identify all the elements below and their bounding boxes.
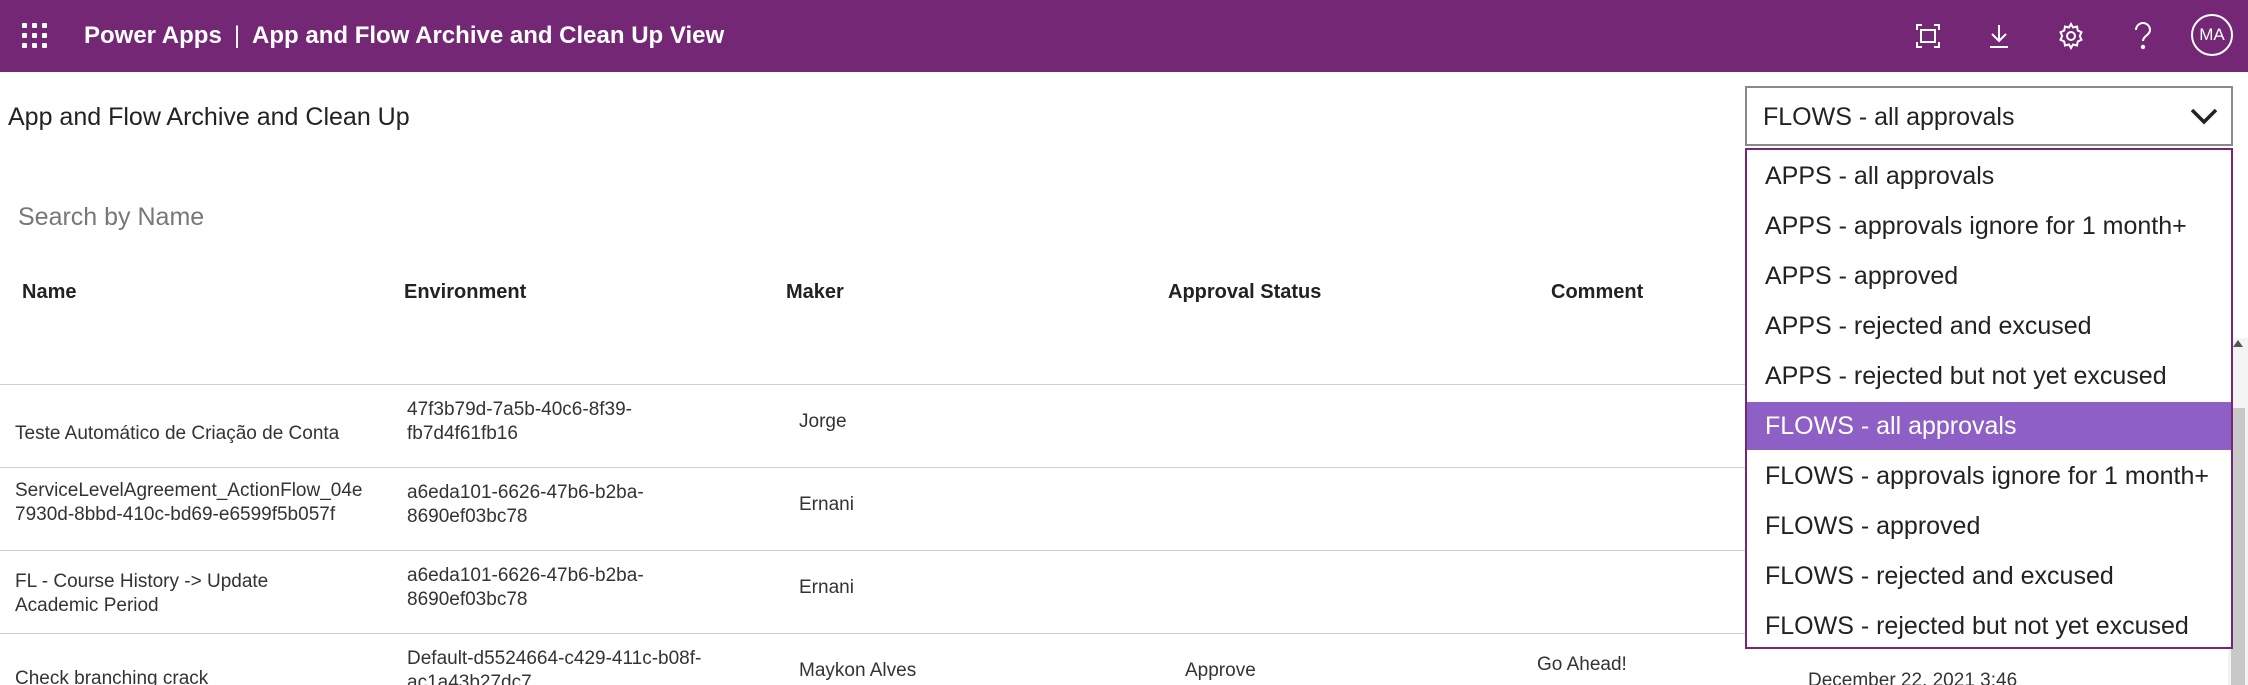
row-name: Teste Automático de Criação de Conta [15, 423, 340, 444]
row-name: Check branching crack [15, 668, 209, 685]
column-header-comment[interactable]: Comment [1551, 281, 1643, 304]
app-header-bar: Power Apps | App and Flow Archive and Clea… [0, 0, 2248, 72]
filter-dropdown-list: APPS - all approvals APPS - approvals ig… [1745, 148, 2233, 649]
help-icon[interactable] [2125, 18, 2161, 54]
row-environment: Default-d5524664-c429-411c-b08f-ac1a43b2… [407, 648, 702, 685]
user-avatar[interactable]: MA [2191, 14, 2233, 56]
chevron-down-icon [2190, 108, 2218, 125]
row-maker: Jorge [799, 411, 847, 432]
filter-option-apps-all[interactable]: APPS - all approvals [1747, 152, 2231, 200]
row-maker: Ernani [799, 577, 854, 598]
row-environment: 47f3b79d-7a5b-40c6-8f39-fb7d4f61fb16 [407, 399, 633, 444]
row-comment: Go Ahead! [1537, 654, 1627, 675]
app-title: Power Apps | App and Flow Archive and Clea… [84, 22, 724, 50]
filter-option-flows-rejected-excused[interactable]: FLOWS - rejected and excused [1747, 552, 2231, 600]
column-header-name[interactable]: Name [22, 281, 76, 304]
filter-option-apps-approved[interactable]: APPS - approved [1747, 252, 2231, 300]
fit-to-window-icon[interactable] [1910, 18, 1946, 54]
row-name: FL - Course History -> Update Academic P… [15, 571, 269, 616]
brand-name: Power Apps [84, 22, 222, 49]
row-date: December 22, 2021 3:46 PM [1808, 670, 2018, 685]
filter-option-flows-ignore[interactable]: FLOWS - approvals ignore for 1 month+ [1747, 452, 2231, 500]
filter-option-flows-all[interactable]: FLOWS - all approvals [1747, 402, 2231, 450]
filter-option-apps-ignore[interactable]: APPS - approvals ignore for 1 month+ [1747, 202, 2231, 250]
filter-option-apps-rejected-not-excused[interactable]: APPS - rejected but not yet excused [1747, 352, 2231, 400]
column-header-maker[interactable]: Maker [786, 281, 844, 304]
column-header-approval-status[interactable]: Approval Status [1168, 281, 1321, 304]
filter-option-apps-rejected-excused[interactable]: APPS - rejected and excused [1747, 302, 2231, 350]
filter-option-flows-approved[interactable]: FLOWS - approved [1747, 502, 2231, 550]
settings-gear-icon[interactable] [2053, 18, 2089, 54]
row-name: ServiceLevelAgreement_ActionFlow_04e7930… [15, 480, 363, 525]
column-header-environment[interactable]: Environment [404, 281, 526, 304]
filter-selected-value: FLOWS - all approvals [1763, 103, 2015, 131]
row-maker: Maykon Alves [799, 660, 917, 681]
filter-dropdown[interactable]: FLOWS - all approvals [1745, 86, 2233, 146]
title-separator: | [233, 22, 241, 49]
page-title: App and Flow Archive and Clean Up [8, 103, 410, 131]
search-input[interactable] [8, 196, 728, 238]
download-icon[interactable] [1981, 18, 2017, 54]
row-environment: a6eda101-6626-47b6-b2ba-8690ef03bc78 [407, 565, 644, 610]
row-maker: Ernani [799, 494, 854, 515]
scroll-thumb[interactable] [2231, 408, 2245, 685]
row-environment: a6eda101-6626-47b6-b2ba-8690ef03bc78 [407, 482, 644, 527]
filter-option-flows-rejected-not-excused[interactable]: FLOWS - rejected but not yet excused [1747, 602, 2231, 650]
row-approval-status: Approve [1185, 660, 1256, 681]
scroll-up-arrow-icon[interactable] [2233, 340, 2243, 347]
view-title: App and Flow Archive and Clean Up View [252, 22, 725, 49]
app-launcher-waffle-icon[interactable] [22, 23, 48, 49]
